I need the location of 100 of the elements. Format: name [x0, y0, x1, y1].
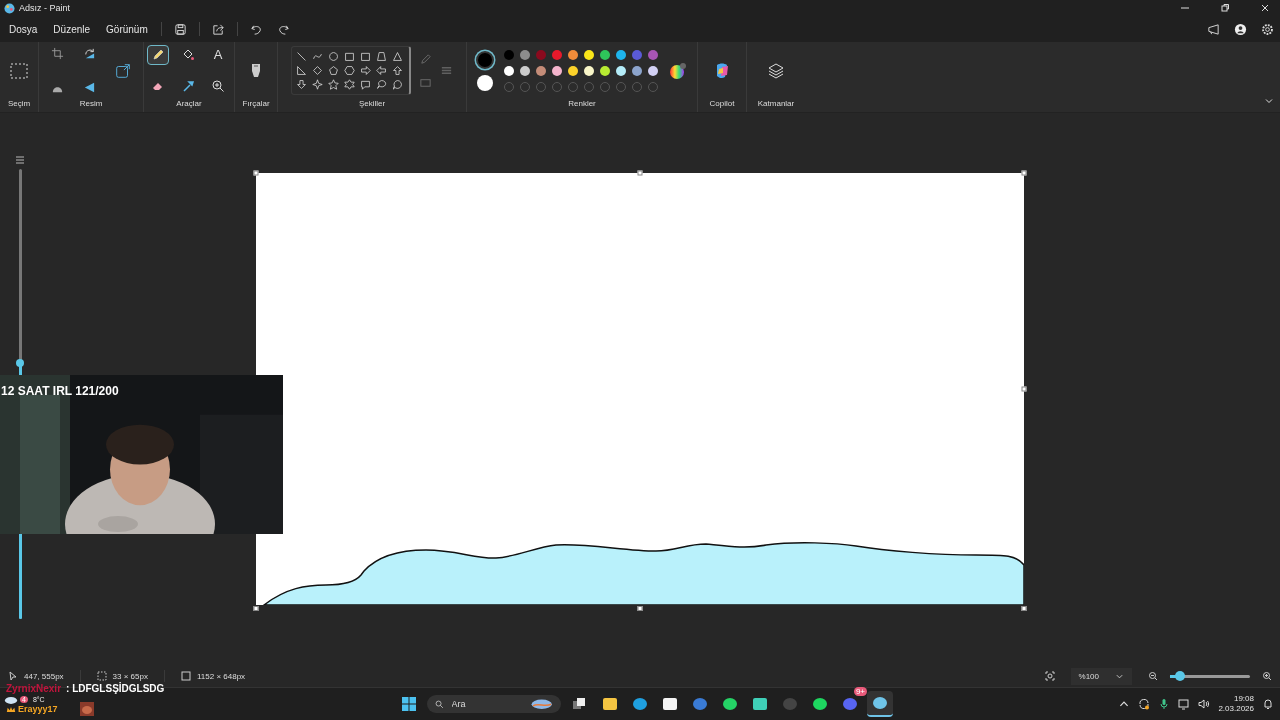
restore-icon[interactable]	[1220, 3, 1230, 13]
color-swatch[interactable]	[584, 49, 594, 60]
share-icon[interactable]	[211, 22, 225, 36]
resize-handle[interactable]	[1021, 606, 1027, 611]
resize-handle[interactable]	[637, 170, 643, 176]
paint-app-button[interactable]	[867, 691, 893, 717]
group-label: Fırçalar	[242, 99, 270, 110]
crop-icon[interactable]	[50, 47, 64, 61]
color-swatch[interactable]	[504, 49, 514, 60]
zoom-dropdown[interactable]: %100	[1070, 667, 1132, 685]
text-tool[interactable]: A	[207, 44, 229, 65]
close-icon[interactable]	[1260, 3, 1270, 13]
follower-name: Erayyy17	[18, 704, 58, 714]
cursor-icon	[8, 671, 18, 681]
resize-handle[interactable]	[1021, 386, 1027, 392]
fit-to-window-icon[interactable]	[1044, 671, 1055, 681]
menu-item[interactable]: Düzenle	[46, 19, 98, 39]
shape-icon[interactable]	[328, 51, 339, 62]
shape-icon[interactable]	[392, 51, 403, 62]
shape-icon[interactable]	[376, 79, 387, 90]
color-swatch[interactable]	[648, 49, 658, 60]
clock-date[interactable]: 2.03.2026	[1218, 704, 1254, 714]
color-swatch[interactable]	[504, 65, 514, 76]
cloud-icon	[4, 694, 18, 704]
resize-icon[interactable]	[114, 61, 132, 80]
shape-icon[interactable]	[312, 51, 323, 62]
color-swatch[interactable]	[600, 65, 610, 76]
secondary-color-swatch[interactable]	[477, 74, 493, 91]
menu-item[interactable]: Dosya	[2, 19, 45, 39]
resize-handle[interactable]	[1021, 170, 1027, 176]
search-field[interactable]: Ara	[449, 698, 524, 710]
megaphone-icon[interactable]	[1207, 22, 1220, 36]
group-label: Renkler	[568, 99, 596, 110]
menu-item[interactable]: Görünüm	[99, 19, 155, 39]
account-icon[interactable]	[1234, 22, 1247, 36]
shape-icon[interactable]	[312, 65, 323, 76]
zoom-slider-thumb[interactable]	[1174, 671, 1185, 681]
settings-icon[interactable]	[1261, 22, 1274, 36]
shape-icon[interactable]	[392, 65, 403, 76]
color-swatch[interactable]	[632, 49, 642, 60]
shape-icon[interactable]	[376, 51, 387, 62]
color-swatch[interactable]	[568, 65, 578, 76]
microphone-icon[interactable]	[1158, 698, 1171, 710]
selection-icon[interactable]	[9, 60, 29, 81]
color-swatch[interactable]	[520, 65, 530, 76]
notification-icon[interactable]	[1262, 698, 1274, 710]
flip-icon[interactable]	[82, 80, 96, 94]
shape-icon[interactable]	[312, 79, 323, 90]
shape-icon[interactable]	[344, 65, 355, 76]
shape-icon[interactable]	[360, 65, 371, 76]
shape-icon[interactable]	[376, 65, 387, 76]
group-label: Katmanlar	[757, 99, 795, 110]
slider-thumb[interactable]	[16, 358, 24, 367]
task-view-icon[interactable]	[571, 696, 587, 712]
color-wheel-icon[interactable]	[668, 60, 688, 81]
shape-icon[interactable]	[328, 79, 339, 90]
stream-caption: 12 SAAT IRL 121/200	[1, 384, 119, 398]
shape-icon[interactable]	[296, 65, 307, 76]
color-swatch[interactable]	[584, 65, 594, 76]
color-swatch[interactable]	[616, 49, 626, 60]
group-label: Resim	[79, 99, 103, 110]
canvas-size: 1152 × 648px	[196, 671, 246, 681]
shape-icon[interactable]	[392, 79, 403, 90]
color-swatch[interactable]	[648, 65, 658, 76]
paint-bucket-icon	[181, 47, 195, 62]
shape-icon[interactable]	[328, 65, 339, 76]
sync-icon[interactable]	[1138, 698, 1151, 710]
color-swatch[interactable]	[552, 65, 562, 76]
shape-icon[interactable]	[296, 79, 307, 90]
shape-icon[interactable]	[344, 51, 355, 62]
color-swatch[interactable]	[520, 49, 530, 60]
rotate-icon[interactable]	[82, 47, 96, 61]
zoom-slider[interactable]	[1170, 674, 1250, 678]
resize-handle[interactable]	[253, 606, 259, 611]
color-swatch[interactable]	[568, 49, 578, 60]
save-icon[interactable]	[173, 22, 187, 36]
zoom-in-icon[interactable]	[1262, 671, 1272, 681]
volume-icon[interactable]	[1198, 698, 1211, 710]
collapse-icon[interactable]	[1264, 96, 1274, 106]
resize-handle[interactable]	[253, 170, 259, 176]
network-icon[interactable]	[1178, 698, 1191, 710]
color-swatch[interactable]	[616, 65, 626, 76]
canvas-size-icon	[180, 671, 191, 681]
chat-username: ZyrnixNexir	[6, 683, 62, 694]
start-icon[interactable]	[401, 696, 417, 712]
shape-icon[interactable]	[344, 79, 355, 90]
shape-icon[interactable]	[360, 51, 371, 62]
shape-icon[interactable]	[296, 51, 307, 62]
color-swatch[interactable]	[536, 49, 546, 60]
color-swatch[interactable]	[552, 49, 562, 60]
zoom-out-icon[interactable]	[1148, 671, 1158, 681]
resize-handle[interactable]	[637, 606, 643, 611]
search-bar[interactable]: Ara	[427, 694, 561, 714]
color-swatch[interactable]	[600, 49, 610, 60]
primary-color-swatch[interactable]	[476, 50, 494, 69]
pencil-tool[interactable]	[147, 44, 169, 65]
clock-time[interactable]: 19:08	[1233, 694, 1254, 704]
color-swatch[interactable]	[632, 65, 642, 76]
color-swatch[interactable]	[536, 65, 546, 76]
shape-icon[interactable]	[360, 79, 371, 90]
